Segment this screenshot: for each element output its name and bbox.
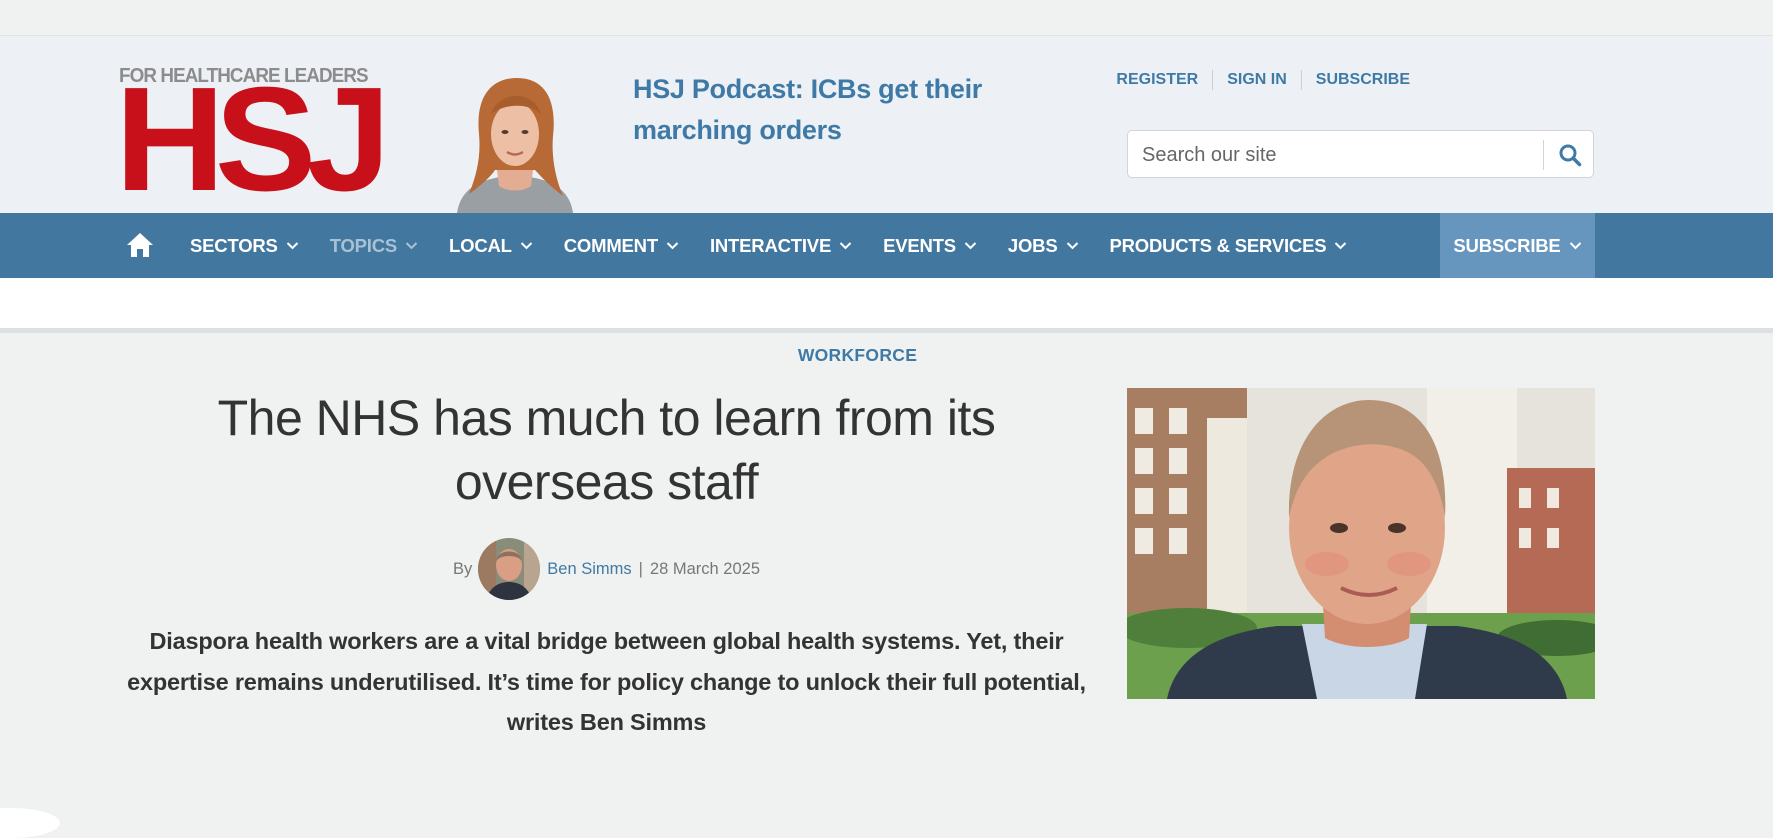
- nav-item-products-services[interactable]: PRODUCTS & SERVICES: [1110, 235, 1348, 257]
- article-date: 28 March 2025: [649, 559, 760, 578]
- byline-separator: |: [638, 559, 643, 578]
- chevron-down-icon: [1569, 242, 1581, 250]
- hsj-logo[interactable]: FOR HEALTHCARE LEADERS HSJ: [115, 64, 391, 214]
- chevron-down-icon: [1066, 242, 1078, 250]
- account-links: REGISTER SIGN IN SUBSCRIBE: [1102, 70, 1419, 90]
- site-header: FOR HEALTHCARE LEADERS HSJ HSJ Podcast: …: [0, 36, 1773, 214]
- magnifier-icon: [1559, 144, 1582, 167]
- nav-item-jobs[interactable]: JOBS: [1008, 235, 1079, 257]
- nav-item-sectors[interactable]: SECTORS: [190, 235, 299, 257]
- main-nav: SECTORS TOPICS LOCAL COMMENT INTERACTIVE…: [0, 213, 1773, 278]
- subscribe-link[interactable]: SUBSCRIBE: [1302, 71, 1419, 89]
- search-box: [1127, 130, 1594, 179]
- article-headline: The NHS has much to learn from its overs…: [217, 390, 996, 510]
- search-divider: [1543, 140, 1544, 170]
- search-button[interactable]: [1551, 137, 1589, 173]
- podcast-presenter-photo[interactable]: [447, 74, 583, 213]
- chevron-down-icon: [520, 242, 532, 250]
- byline-prefix: By: [453, 559, 473, 578]
- article-section-tag[interactable]: WORKFORCE: [0, 345, 1715, 366]
- browser-top-strip: [0, 0, 1773, 36]
- register-link[interactable]: REGISTER: [1102, 71, 1212, 89]
- home-button[interactable]: [126, 232, 154, 258]
- chevron-down-icon: [964, 242, 977, 250]
- chevron-down-icon: [1335, 242, 1347, 250]
- chevron-down-icon: [839, 242, 852, 250]
- divider: [0, 328, 1773, 333]
- article-byline: By Ben Simms | 28 March 2025: [119, 538, 1094, 600]
- chevron-down-icon: [286, 242, 298, 250]
- nav-item-interactive[interactable]: INTERACTIVE: [710, 235, 852, 257]
- nav-item-local[interactable]: LOCAL: [449, 235, 533, 257]
- author-avatar[interactable]: [478, 538, 541, 600]
- podcast-link[interactable]: HSJ Podcast: ICBs get their marching ord…: [633, 69, 1013, 151]
- chevron-down-icon: [405, 242, 418, 250]
- sign-in-link[interactable]: SIGN IN: [1213, 71, 1301, 89]
- article-hero-image[interactable]: [1127, 388, 1595, 699]
- nav-subscribe-button[interactable]: SUBSCRIBE: [1440, 213, 1595, 278]
- chevron-down-icon: [666, 242, 679, 250]
- scroll-corner: [0, 808, 60, 838]
- search-input[interactable]: [1140, 131, 1544, 179]
- author-link[interactable]: Ben Simms: [547, 560, 631, 579]
- home-icon: [127, 233, 153, 257]
- article-standfirst: Diaspora health workers are a vital brid…: [127, 628, 1086, 735]
- nav-item-events[interactable]: EVENTS: [883, 235, 977, 257]
- nav-item-comment[interactable]: COMMENT: [564, 235, 679, 257]
- logo-wordmark: HSJ: [115, 57, 391, 222]
- ad-banner-space: [0, 278, 1773, 328]
- nav-item-topics[interactable]: TOPICS: [330, 235, 418, 257]
